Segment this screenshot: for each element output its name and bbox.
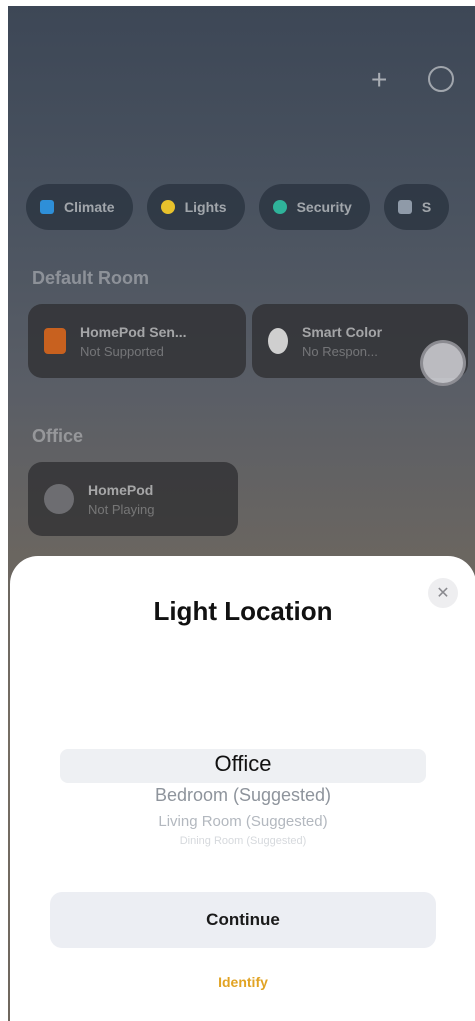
climate-icon [40, 200, 54, 214]
accessory-name: HomePod Sen... [80, 323, 187, 340]
light-location-sheet: ✕ Light Location Office Bedroom (Suggest… [10, 556, 475, 1021]
chip-climate[interactable]: Climate [26, 184, 133, 230]
chip-label: Security [296, 199, 352, 215]
identify-link[interactable]: Identify [10, 974, 475, 990]
category-chips: Climate Lights Security S [26, 184, 450, 230]
accessory-tile-homepod-sensor[interactable]: HomePod Sen... Not Supported [28, 304, 246, 378]
plus-icon[interactable]: + [371, 64, 387, 96]
sensor-icon [44, 328, 66, 354]
chip-label: Lights [184, 199, 227, 215]
touch-indicator [420, 340, 466, 386]
chip-security[interactable]: Security [258, 184, 370, 230]
picker-option[interactable]: Bedroom (Suggested) [60, 785, 426, 806]
accessory-name: Smart Color [302, 323, 383, 340]
lightbulb-icon [160, 200, 175, 214]
speaker-icon [397, 200, 412, 214]
picker-selected-room[interactable]: Office [60, 751, 426, 777]
continue-button[interactable]: Continue [50, 892, 436, 948]
chip-label: Climate [64, 199, 115, 215]
chip-label: S [421, 199, 432, 215]
lightbulb-icon [268, 328, 288, 354]
sheet-title: Light Location [153, 596, 333, 626]
section-title-office: Office [32, 426, 84, 446]
accessory-status: Not Playing [88, 501, 155, 517]
accessory-status: Not Supported [80, 343, 164, 359]
chip-speakers[interactable]: S [383, 184, 450, 230]
room-picker[interactable]: Office Bedroom (Suggested) Living Room (… [60, 741, 426, 861]
accessory-status: No Respon... [302, 343, 378, 359]
accessory-name: HomePod [88, 481, 154, 498]
ellipsis-circle-icon[interactable] [428, 66, 454, 92]
picker-option[interactable]: Dining Room (Suggested) [60, 835, 426, 847]
section-title-default-room: Default Room [32, 268, 149, 288]
security-icon [272, 200, 287, 214]
picker-option[interactable]: Living Room (Suggested) [60, 813, 426, 830]
chip-lights[interactable]: Lights [146, 184, 245, 230]
homepod-icon [44, 484, 74, 514]
accessory-tile-homepod[interactable]: HomePod Not Playing [28, 462, 238, 536]
